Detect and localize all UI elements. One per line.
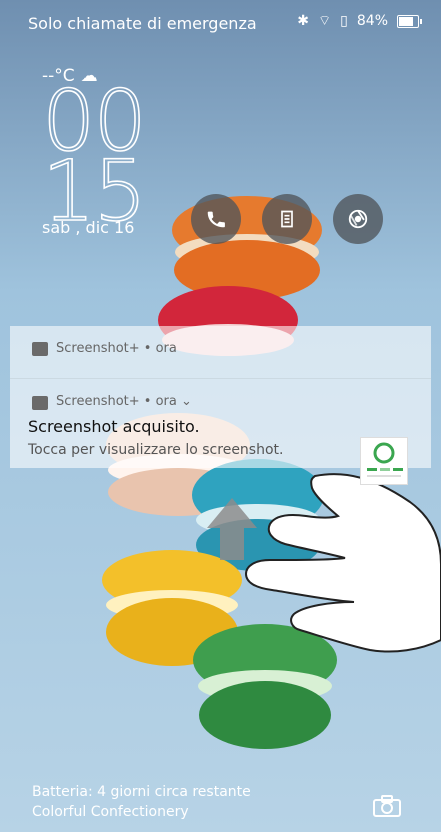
battery-icon	[397, 14, 422, 28]
battery-info: Batteria: 4 giorni circa restante	[32, 784, 251, 800]
carrier-text: Solo chiamate di emergenza	[28, 14, 257, 33]
theme-name: Colorful Confectionery	[32, 804, 189, 820]
screenshot-app-icon	[32, 342, 48, 356]
phone-shortcut[interactable]	[191, 194, 241, 244]
lock-screen: Solo chiamate di emergenza ✱ ⌔ ▯ 84% --°…	[0, 0, 441, 832]
camera-button[interactable]	[372, 794, 402, 818]
thumbnail-image	[361, 438, 407, 484]
chrome-shortcut[interactable]	[333, 194, 383, 244]
date: sab , dic 16	[42, 218, 135, 237]
notification-2-text: Tocca per visualizzare lo screenshot.	[28, 442, 284, 458]
sim-icon: ▯	[340, 13, 348, 29]
bottom-info: Batteria: 4 giorni circa restante Colorf…	[32, 782, 251, 822]
status-icons: ✱ ⌔ ▯ 84%	[297, 12, 422, 30]
notes-shortcut[interactable]	[262, 194, 312, 244]
camera-icon	[373, 795, 401, 817]
notes-icon	[281, 210, 293, 228]
battery-level	[399, 16, 413, 26]
wifi-icon: ⌔	[317, 13, 332, 29]
clock: 00 15	[41, 78, 147, 240]
clock-minutes: 15	[41, 142, 147, 240]
notification-1-app-line: Screenshot+ • ora	[56, 341, 177, 356]
notification-2-title: Screenshot acquisito.	[28, 417, 200, 436]
bluetooth-icon: ✱	[297, 13, 309, 29]
notifications-panel: Screenshot+ • ora Screenshot+ • ora ⌄ Sc…	[10, 326, 431, 485]
screenshot-thumbnail	[360, 437, 408, 485]
battery-percent: 84%	[356, 13, 388, 29]
chrome-icon	[348, 209, 368, 229]
screenshot-app-icon	[32, 396, 48, 410]
phone-icon	[207, 211, 225, 228]
notification-2-app-line: Screenshot+ • ora ⌄	[56, 394, 192, 409]
status-bar: Solo chiamate di emergenza ✱ ⌔ ▯ 84%	[0, 0, 441, 48]
notification-1[interactable]: Screenshot+ • ora	[10, 326, 431, 379]
